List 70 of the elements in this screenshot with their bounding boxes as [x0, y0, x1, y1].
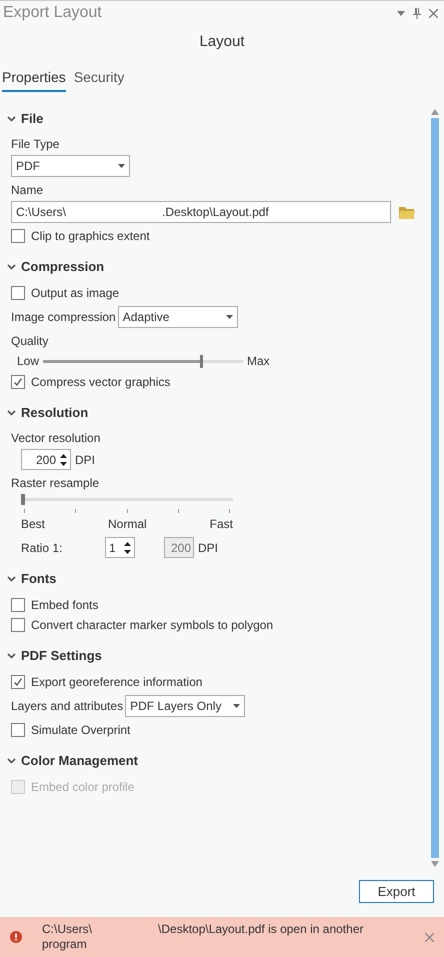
checkbox-label: Output as image	[31, 285, 120, 302]
slider-max-label: Max	[247, 353, 270, 370]
export-button[interactable]: Export	[359, 880, 434, 903]
close-icon[interactable]	[425, 932, 434, 942]
window-title: Export Layout	[3, 3, 102, 23]
spinner-arrows-icon[interactable]	[60, 452, 67, 466]
slider-thumb[interactable]	[21, 494, 25, 505]
chevron-icon[interactable]	[7, 116, 16, 122]
close-icon[interactable]	[429, 8, 438, 18]
number-field[interactable]: 200	[21, 449, 71, 470]
checkbox[interactable]	[11, 723, 25, 737]
scroll-down-icon[interactable]	[430, 860, 440, 868]
checkbox-label: Embed fonts	[31, 597, 98, 614]
field-label: File Type	[11, 136, 60, 153]
scrollbar-thumb[interactable]	[431, 118, 439, 858]
field-label: Layers and attributes	[11, 698, 124, 715]
slider-tick-label: Best	[21, 516, 46, 533]
caret-icon	[118, 164, 125, 168]
dpi-readout-field: 200	[164, 537, 194, 558]
field-label: Vector resolution	[11, 430, 102, 447]
dropdown-icon[interactable]	[397, 10, 405, 16]
chevron-icon[interactable]	[7, 410, 16, 416]
checkbox[interactable]	[11, 286, 25, 300]
tab[interactable]: Security	[74, 67, 124, 92]
panel-heading: Layout	[198, 32, 246, 52]
section-title: Fonts	[21, 570, 56, 588]
checkbox-label: Simulate Overprint	[31, 722, 130, 739]
checkbox-label: Export georeference information	[31, 674, 202, 691]
path-field[interactable]: C:\Users\ .Desktop\Layout.pdf	[11, 201, 391, 223]
number-field[interactable]: 1	[105, 537, 135, 558]
checkbox[interactable]	[11, 229, 25, 243]
section-title: Color Management	[21, 752, 138, 770]
dropdown[interactable]: PDF	[11, 155, 130, 177]
unit-label: DPI	[198, 540, 218, 556]
error-message: C:\Users\ \Desktop\Layout.pdf is open in another program	[42, 922, 364, 952]
slider-tick-label: Fast	[210, 516, 233, 533]
caret-icon	[226, 315, 233, 319]
unit-label: DPI	[75, 452, 96, 468]
field-label: Quality	[11, 333, 50, 350]
checkbox-label: Embed color profile	[31, 779, 134, 796]
checkbox-label: Compress vector graphics	[31, 374, 170, 391]
field-label: Ratio 1:	[21, 540, 64, 556]
tab[interactable]: Properties	[2, 67, 66, 92]
section-title: Resolution	[21, 404, 88, 422]
checkbox[interactable]	[11, 618, 25, 632]
dropdown[interactable]: Adaptive	[118, 306, 238, 328]
chevron-icon[interactable]	[7, 264, 16, 270]
slider-min-label: Low	[17, 353, 40, 370]
spinner-arrows-icon[interactable]	[124, 540, 131, 554]
error-icon	[10, 931, 22, 943]
dropdown[interactable]: PDF Layers Only	[125, 695, 246, 717]
checkbox-label: Clip to graphics extent	[31, 228, 150, 245]
scroll-up-icon[interactable]	[430, 108, 440, 116]
section-title: File	[21, 110, 44, 128]
section-title: PDF Settings	[21, 647, 102, 666]
slider-tick-label: Normal	[108, 516, 147, 533]
field-label: Image compression	[11, 309, 116, 326]
field-label: Name	[11, 182, 44, 199]
section-title: Compression	[21, 258, 104, 276]
checkbox[interactable]	[11, 675, 25, 689]
pin-icon[interactable]	[413, 8, 421, 18]
checkbox-label: Convert character marker symbols to polygon	[31, 617, 274, 634]
chevron-icon[interactable]	[7, 576, 16, 582]
chevron-icon[interactable]	[7, 758, 16, 764]
caret-icon	[233, 704, 240, 708]
checkbox[interactable]	[11, 598, 25, 612]
checkbox[interactable]	[11, 375, 25, 389]
slider-thumb[interactable]	[200, 354, 204, 368]
field-label: Raster resample	[11, 475, 100, 492]
chevron-icon[interactable]	[7, 653, 16, 659]
